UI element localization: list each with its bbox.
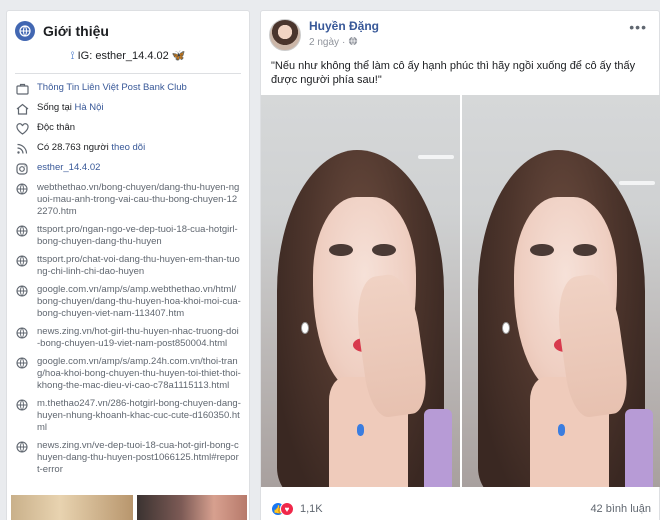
photo-strap xyxy=(424,408,453,487)
globe-icon xyxy=(15,356,29,370)
website-link[interactable]: ttsport.pro/chat-voi-dang-thu-huyen-em-t… xyxy=(37,254,241,278)
followers-prefix: Có 28.763 người xyxy=(37,142,112,153)
website-link[interactable]: google.com.vn/amp/s/amp.webthethao.vn/ht… xyxy=(37,284,241,320)
website-row: news.zing.vn/ve-dep-tuoi-18-cua-hot-girl… xyxy=(7,438,249,480)
website-link[interactable]: news.zing.vn/hot-girl-thu-huyen-nhac-tru… xyxy=(37,326,241,350)
post-caption: "Nếu như không thể làm cô ấy hạnh phúc t… xyxy=(271,60,636,86)
intro-instagram: esther_14.4.02 xyxy=(7,160,249,180)
website-links: webthethao.vn/bong-chuyen/dang-thu-huyen… xyxy=(7,180,249,480)
post-time[interactable]: 2 ngày xyxy=(309,37,339,48)
intro-header: Giới thiệu xyxy=(7,11,249,45)
bio-ig-handle: IG: esther_14.4.02 xyxy=(77,50,169,62)
post-photos xyxy=(261,95,660,487)
intro-title: Giới thiệu xyxy=(43,23,109,39)
intro-workplace: Thông Tin Liên Việt Post Bank Club xyxy=(7,80,249,100)
love-reaction-icon: ♥ xyxy=(280,502,294,516)
instagram-icon xyxy=(15,162,29,176)
bio-text: ⟟ IG: esther_14.4.02 🦋 xyxy=(7,49,249,63)
website-row: ttsport.pro/ngan-ngo-ve-dep-tuoi-18-cua-… xyxy=(7,222,249,252)
author-name[interactable]: Huyền Đặng xyxy=(309,19,379,33)
website-link[interactable]: news.zing.vn/ve-dep-tuoi-18-cua-hot-girl… xyxy=(37,440,241,476)
website-link[interactable]: google.com.vn/amp/s/amp.24h.com.vn/thoi-… xyxy=(37,356,241,392)
website-row: webthethao.vn/bong-chuyen/dang-thu-huyen… xyxy=(7,180,249,222)
city-link[interactable]: Hà Nội xyxy=(75,102,104,113)
post-photo[interactable] xyxy=(462,95,660,487)
post-card: Huyền Đặng 2 ngày · ••• "Nếu như không t… xyxy=(260,10,660,520)
website-row: google.com.vn/amp/s/amp.24h.com.vn/thoi-… xyxy=(7,354,249,396)
post-header: Huyền Đặng 2 ngày · ••• xyxy=(261,11,659,55)
more-options-button[interactable]: ••• xyxy=(629,19,647,35)
globe-icon xyxy=(15,440,29,454)
workplace-link[interactable]: Thông Tin Liên Việt Post Bank Club xyxy=(37,82,187,93)
photo-thumbnail[interactable] xyxy=(11,495,133,520)
globe-icon xyxy=(348,36,358,49)
reactions-summary[interactable]: 👍 ♥ 1,1K xyxy=(271,502,323,516)
website-row: news.zing.vn/hot-girl-thu-huyen-nhac-tru… xyxy=(7,324,249,354)
intro-relationship: Độc thân xyxy=(7,120,249,140)
avatar[interactable] xyxy=(269,19,301,51)
globe-icon xyxy=(15,326,29,340)
intro-lives-in: Sống tại Hà Nội xyxy=(7,100,249,120)
website-row: google.com.vn/amp/s/amp.webthethao.vn/ht… xyxy=(7,282,249,324)
photo-earring xyxy=(501,322,510,335)
post-footer: 👍 ♥ 1,1K 42 bình luận xyxy=(261,487,660,520)
relationship-text: Độc thân xyxy=(37,122,76,133)
home-icon xyxy=(15,102,29,116)
globe-icon xyxy=(15,284,29,298)
photo-thumbnail[interactable] xyxy=(137,495,247,520)
globe-icon xyxy=(15,254,29,268)
globe-icon xyxy=(15,398,29,412)
lives-prefix: Sống tại xyxy=(37,102,75,113)
globe-icon xyxy=(15,224,29,238)
comments-count[interactable]: 42 bình luận xyxy=(590,503,651,515)
followers-link[interactable]: theo dõi xyxy=(111,142,145,153)
reactions-count: 1,1K xyxy=(300,503,323,515)
post-photo[interactable] xyxy=(261,95,460,487)
briefcase-icon xyxy=(15,82,29,96)
swallow-icon: ⟟ xyxy=(70,50,75,62)
photo-strap xyxy=(625,408,654,487)
website-link[interactable]: m.thethao247.vn/286-hotgirl-bong-chuyen-… xyxy=(37,398,241,434)
ceiling-light xyxy=(418,155,454,159)
website-link[interactable]: webthethao.vn/bong-chuyen/dang-thu-huyen… xyxy=(37,182,241,218)
website-row: m.thethao247.vn/286-hotgirl-bong-chuyen-… xyxy=(7,396,249,438)
intro-followers: Có 28.763 người theo dõi xyxy=(7,140,249,160)
divider xyxy=(15,73,241,74)
post-meta: 2 ngày · xyxy=(309,36,379,49)
butterfly-icon: 🦋 xyxy=(171,50,186,62)
intro-card: Giới thiệu ⟟ IG: esther_14.4.02 🦋 Thông Ti… xyxy=(6,10,250,520)
photo-butterfly-pendant xyxy=(356,424,365,437)
photo-earring xyxy=(300,322,309,335)
website-row: ttsport.pro/chat-voi-dang-thu-huyen-em-t… xyxy=(7,252,249,282)
photos-strip xyxy=(7,495,251,520)
heart-icon xyxy=(15,122,29,136)
ceiling-light xyxy=(619,181,655,185)
globe-icon xyxy=(15,182,29,196)
photo-butterfly-pendant xyxy=(557,424,566,437)
website-link[interactable]: ttsport.pro/ngan-ngo-ve-dep-tuoi-18-cua-… xyxy=(37,224,241,248)
rss-icon xyxy=(15,142,29,156)
globe-icon xyxy=(15,21,35,41)
instagram-link[interactable]: esther_14.4.02 xyxy=(37,162,100,173)
